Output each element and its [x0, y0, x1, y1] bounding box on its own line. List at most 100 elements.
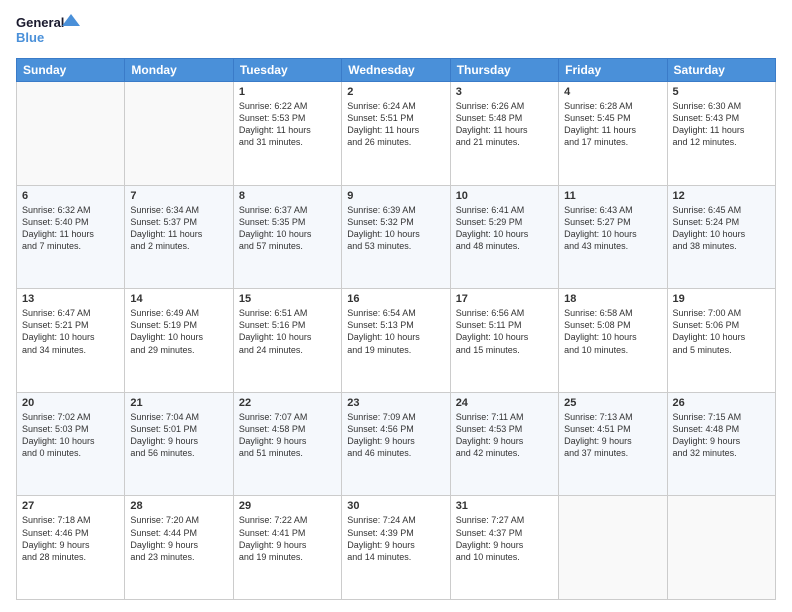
week-row-3: 13 Sunrise: 6:47 AM Sunset: 5:21 PM Dayli…	[17, 289, 776, 393]
day-number: 22	[239, 397, 336, 409]
week-row-5: 27 Sunrise: 7:18 AM Sunset: 4:46 PM Dayli…	[17, 496, 776, 600]
cell-content: Sunrise: 7:24 AM Sunset: 4:39 PM Dayligh…	[347, 514, 444, 563]
weekday-header-sunday: Sunday	[17, 59, 125, 82]
calendar-cell	[667, 496, 775, 600]
cell-content: Sunrise: 7:07 AM Sunset: 4:58 PM Dayligh…	[239, 411, 336, 460]
cell-content: Sunrise: 6:22 AM Sunset: 5:53 PM Dayligh…	[239, 100, 336, 149]
cell-content: Sunrise: 7:27 AM Sunset: 4:37 PM Dayligh…	[456, 514, 553, 563]
calendar-cell: 10 Sunrise: 6:41 AM Sunset: 5:29 PM Dayli…	[450, 185, 558, 289]
calendar-cell: 22 Sunrise: 7:07 AM Sunset: 4:58 PM Dayli…	[233, 392, 341, 496]
weekday-header-monday: Monday	[125, 59, 233, 82]
calendar-cell: 7 Sunrise: 6:34 AM Sunset: 5:37 PM Daylig…	[125, 185, 233, 289]
calendar-cell	[559, 496, 667, 600]
calendar-cell: 15 Sunrise: 6:51 AM Sunset: 5:16 PM Dayli…	[233, 289, 341, 393]
cell-content: Sunrise: 6:26 AM Sunset: 5:48 PM Dayligh…	[456, 100, 553, 149]
day-number: 19	[673, 293, 770, 305]
calendar-table: SundayMondayTuesdayWednesdayThursdayFrid…	[16, 58, 776, 600]
calendar-cell: 29 Sunrise: 7:22 AM Sunset: 4:41 PM Dayli…	[233, 496, 341, 600]
calendar-cell: 25 Sunrise: 7:13 AM Sunset: 4:51 PM Dayli…	[559, 392, 667, 496]
cell-content: Sunrise: 7:02 AM Sunset: 5:03 PM Dayligh…	[22, 411, 119, 460]
cell-content: Sunrise: 7:13 AM Sunset: 4:51 PM Dayligh…	[564, 411, 661, 460]
cell-content: Sunrise: 6:32 AM Sunset: 5:40 PM Dayligh…	[22, 204, 119, 253]
calendar-cell: 1 Sunrise: 6:22 AM Sunset: 5:53 PM Daylig…	[233, 82, 341, 186]
day-number: 23	[347, 397, 444, 409]
day-number: 18	[564, 293, 661, 305]
day-number: 21	[130, 397, 227, 409]
day-number: 9	[347, 190, 444, 202]
day-number: 16	[347, 293, 444, 305]
cell-content: Sunrise: 6:49 AM Sunset: 5:19 PM Dayligh…	[130, 307, 227, 356]
day-number: 24	[456, 397, 553, 409]
cell-content: Sunrise: 6:28 AM Sunset: 5:45 PM Dayligh…	[564, 100, 661, 149]
day-number: 25	[564, 397, 661, 409]
day-number: 12	[673, 190, 770, 202]
calendar-cell: 23Sunrise: 7:09 AM Sunset: 4:56 PM Dayli…	[342, 392, 450, 496]
calendar-cell: 24 Sunrise: 7:11 AM Sunset: 4:53 PM Dayli…	[450, 392, 558, 496]
calendar-cell: 26 Sunrise: 7:15 AM Sunset: 4:48 PM Dayli…	[667, 392, 775, 496]
week-row-1: 1 Sunrise: 6:22 AM Sunset: 5:53 PM Daylig…	[17, 82, 776, 186]
day-number: 3	[456, 86, 553, 98]
calendar-cell: 11 Sunrise: 6:43 AM Sunset: 5:27 PM Dayli…	[559, 185, 667, 289]
calendar-cell	[125, 82, 233, 186]
weekday-header-saturday: Saturday	[667, 59, 775, 82]
week-row-2: 6 Sunrise: 6:32 AM Sunset: 5:40 PM Daylig…	[17, 185, 776, 289]
calendar-cell: 31Sunrise: 7:27 AM Sunset: 4:37 PM Dayli…	[450, 496, 558, 600]
day-number: 13	[22, 293, 119, 305]
calendar-cell: 4 Sunrise: 6:28 AM Sunset: 5:45 PM Daylig…	[559, 82, 667, 186]
cell-content: Sunrise: 6:47 AM Sunset: 5:21 PM Dayligh…	[22, 307, 119, 356]
cell-content: Sunrise: 6:45 AM Sunset: 5:24 PM Dayligh…	[673, 204, 770, 253]
weekday-header-thursday: Thursday	[450, 59, 558, 82]
day-number: 11	[564, 190, 661, 202]
cell-content: Sunrise: 6:37 AM Sunset: 5:35 PM Dayligh…	[239, 204, 336, 253]
calendar-cell: 30Sunrise: 7:24 AM Sunset: 4:39 PM Dayli…	[342, 496, 450, 600]
day-number: 7	[130, 190, 227, 202]
day-number: 1	[239, 86, 336, 98]
day-number: 26	[673, 397, 770, 409]
cell-content: Sunrise: 6:51 AM Sunset: 5:16 PM Dayligh…	[239, 307, 336, 356]
cell-content: Sunrise: 7:15 AM Sunset: 4:48 PM Dayligh…	[673, 411, 770, 460]
cell-content: Sunrise: 6:54 AM Sunset: 5:13 PM Dayligh…	[347, 307, 444, 356]
calendar-cell: 9 Sunrise: 6:39 AM Sunset: 5:32 PM Daylig…	[342, 185, 450, 289]
cell-content: Sunrise: 6:24 AM Sunset: 5:51 PM Dayligh…	[347, 100, 444, 149]
day-number: 20	[22, 397, 119, 409]
calendar-cell: 21Sunrise: 7:04 AM Sunset: 5:01 PM Dayli…	[125, 392, 233, 496]
logo-svg: General Blue	[16, 12, 86, 50]
cell-content: Sunrise: 7:22 AM Sunset: 4:41 PM Dayligh…	[239, 514, 336, 563]
day-number: 29	[239, 500, 336, 512]
cell-content: Sunrise: 6:43 AM Sunset: 5:27 PM Dayligh…	[564, 204, 661, 253]
logo: General Blue	[16, 12, 86, 50]
cell-content: Sunrise: 7:18 AM Sunset: 4:46 PM Dayligh…	[22, 514, 119, 563]
cell-content: Sunrise: 7:00 AM Sunset: 5:06 PM Dayligh…	[673, 307, 770, 356]
cell-content: Sunrise: 6:58 AM Sunset: 5:08 PM Dayligh…	[564, 307, 661, 356]
day-number: 6	[22, 190, 119, 202]
calendar-cell: 14Sunrise: 6:49 AM Sunset: 5:19 PM Dayli…	[125, 289, 233, 393]
day-number: 17	[456, 293, 553, 305]
calendar-cell: 20 Sunrise: 7:02 AM Sunset: 5:03 PM Dayli…	[17, 392, 125, 496]
day-number: 5	[673, 86, 770, 98]
day-number: 27	[22, 500, 119, 512]
week-row-4: 20 Sunrise: 7:02 AM Sunset: 5:03 PM Dayli…	[17, 392, 776, 496]
day-number: 4	[564, 86, 661, 98]
header: General Blue	[16, 12, 776, 50]
calendar-cell: 3 Sunrise: 6:26 AM Sunset: 5:48 PM Daylig…	[450, 82, 558, 186]
calendar-cell: 12 Sunrise: 6:45 AM Sunset: 5:24 PM Dayli…	[667, 185, 775, 289]
weekday-header-friday: Friday	[559, 59, 667, 82]
cell-content: Sunrise: 7:20 AM Sunset: 4:44 PM Dayligh…	[130, 514, 227, 563]
cell-content: Sunrise: 6:30 AM Sunset: 5:43 PM Dayligh…	[673, 100, 770, 149]
calendar-cell: 8 Sunrise: 6:37 AM Sunset: 5:35 PM Daylig…	[233, 185, 341, 289]
calendar-cell: 17Sunrise: 6:56 AM Sunset: 5:11 PM Dayli…	[450, 289, 558, 393]
calendar-cell: 18 Sunrise: 6:58 AM Sunset: 5:08 PM Dayli…	[559, 289, 667, 393]
cell-content: Sunrise: 7:11 AM Sunset: 4:53 PM Dayligh…	[456, 411, 553, 460]
day-number: 10	[456, 190, 553, 202]
cell-content: Sunrise: 6:41 AM Sunset: 5:29 PM Dayligh…	[456, 204, 553, 253]
calendar-cell: 19 Sunrise: 7:00 AM Sunset: 5:06 PM Dayli…	[667, 289, 775, 393]
weekday-header-wednesday: Wednesday	[342, 59, 450, 82]
day-number: 8	[239, 190, 336, 202]
cell-content: Sunrise: 6:39 AM Sunset: 5:32 PM Dayligh…	[347, 204, 444, 253]
calendar-cell: 5 Sunrise: 6:30 AM Sunset: 5:43 PM Daylig…	[667, 82, 775, 186]
calendar-cell: 27 Sunrise: 7:18 AM Sunset: 4:46 PM Dayli…	[17, 496, 125, 600]
day-number: 15	[239, 293, 336, 305]
calendar-cell: 6 Sunrise: 6:32 AM Sunset: 5:40 PM Daylig…	[17, 185, 125, 289]
cell-content: Sunrise: 6:34 AM Sunset: 5:37 PM Dayligh…	[130, 204, 227, 253]
weekday-header-tuesday: Tuesday	[233, 59, 341, 82]
